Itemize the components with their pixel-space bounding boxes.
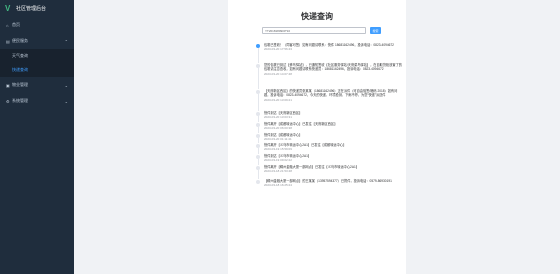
tracking-number-input[interactable] — [262, 27, 366, 34]
timeline-item: 快件离开【成都转运中心】已发往【天府新区西区】 2023-03-20 06:00:… — [256, 122, 402, 133]
main-content: 快递查询 搜索 包裹已签收！（同客可签）如有问题请联系：快件 186811624… — [74, 0, 560, 274]
timeline-timestamp: 2023-03-20 14:07:48 — [264, 71, 292, 76]
timeline-item: 快件到达【成都转运中心】 2023-03-20 01:11:41 — [256, 133, 402, 143]
timeline-timestamp: 2023-03-20 06:00:38 — [264, 126, 292, 131]
timeline-timestamp: 2023-03-18 21:53:48 — [264, 169, 292, 174]
timeline-connector — [257, 48, 259, 63]
timeline-timestamp: 2023-03-19 15:59:09 — [264, 147, 292, 152]
sidebar: V 社区管理后台 ⌂ 首页 ▤ 便民服务 ⌃ 天气查询 快递查询 ▣ 物业管理 … — [0, 0, 74, 274]
sidebar-subitem-weather[interactable]: 天气查询 — [0, 49, 74, 63]
sidebar-item-label: 首页 — [12, 22, 20, 27]
chevron-down-icon: ⌄ — [64, 98, 68, 104]
timeline-item: 快件离开【稠州金融大厦一部网点】已发往【义乌市转运中心2A1】 2023-03-1… — [256, 165, 402, 179]
timeline-timestamp: 2023-03-20 17:56:43 — [264, 47, 292, 52]
tracking-timeline: 包裹已签收！（同客可签）如有问题请联系：快件 18681162496，投诉电话：… — [256, 43, 402, 194]
sidebar-item-services[interactable]: ▤ 便民服务 ⌃ — [0, 33, 74, 49]
search-button[interactable]: 搜索 — [370, 27, 381, 34]
chevron-up-icon: ⌃ — [64, 38, 68, 44]
timeline-timestamp: 2023-03-19 09:02:22 — [264, 158, 292, 163]
timeline-item: 快件到达【义乌市转运中心2A1】 2023-03-19 09:02:22 — [256, 154, 402, 165]
express-query-panel: 快递查询 搜索 包裹已签收！（同客可签）如有问题请联系：快件 186811624… — [228, 0, 406, 274]
sidebar-item-system[interactable]: ⚙ 系统管理 ⌄ — [0, 93, 74, 109]
timeline-timestamp: 2023-03-20 01:11:41 — [264, 137, 292, 142]
search-bar: 搜索 — [262, 27, 381, 34]
sidebar-item-home[interactable]: ⌂ 首页 — [0, 17, 74, 33]
timeline-timestamp: 2023-03-20 13:09:21 — [264, 97, 292, 102]
logo-icon: V — [5, 3, 11, 13]
timeline-item: 包裹已签收！（同客可签）如有问题请联系：快件 18681162496，投诉电话：… — [256, 43, 402, 63]
sidebar-subitem-label: 天气查询 — [12, 53, 28, 58]
sidebar-subitem-label: 快递查询 — [12, 67, 28, 72]
timeline-connector — [257, 68, 259, 89]
sidebar-item-label: 物业管理 — [12, 82, 28, 87]
timeline-timestamp: 2023-03-20 13:03:31 — [264, 115, 292, 120]
sidebar-item-property[interactable]: ▣ 物业管理 ⌄ — [0, 77, 74, 93]
timeline-item: 【稠州金融大厦一部网点】的王某某（13957594377）已揽件，投诉电话：05… — [256, 179, 402, 194]
timeline-connector — [257, 170, 259, 179]
timeline-item: 快件到达【天府新区西区】 2023-03-20 13:03:31 — [256, 111, 402, 122]
timeline-timestamp: 2023-03-18 16:25:24 — [264, 183, 292, 188]
timeline-content: 【天府新区西区】的快递员张某某（18681162496）正在派件（可自由验签/暗… — [264, 89, 398, 98]
timeline-item: 快件离开【义乌市转运中心2A1】已发往【成都转运中心】 2023-03-19 15… — [256, 143, 402, 154]
timeline-dot — [256, 180, 260, 184]
page-title: 快递查询 — [301, 12, 333, 21]
sidebar-item-label: 便民服务 — [12, 38, 28, 43]
app-title: 社区管理后台 — [16, 6, 47, 12]
chevron-down-icon: ⌄ — [64, 82, 68, 88]
timeline-connector — [257, 94, 259, 111]
timeline-item: 【天府新区西区】的快递员张某某（18681162496）正在派件（可自由验签/暗… — [256, 89, 402, 111]
sidebar-subitem-express[interactable]: 快递查询 — [0, 63, 74, 77]
sidebar-item-label: 系统管理 — [12, 98, 28, 103]
timeline-item: 您的包裹已到达【蜂鸟驿站】，已通知签收【社区服务驿站/天府菜鸟驿站】，在自取货柜… — [256, 63, 402, 89]
app-logo[interactable]: V 社区管理后台 — [0, 0, 74, 17]
timeline-content: 您的包裹已到达【蜂鸟驿站】，已通知签收【社区服务驿站/天府菜鸟驿站】，在自取货柜… — [264, 63, 402, 72]
